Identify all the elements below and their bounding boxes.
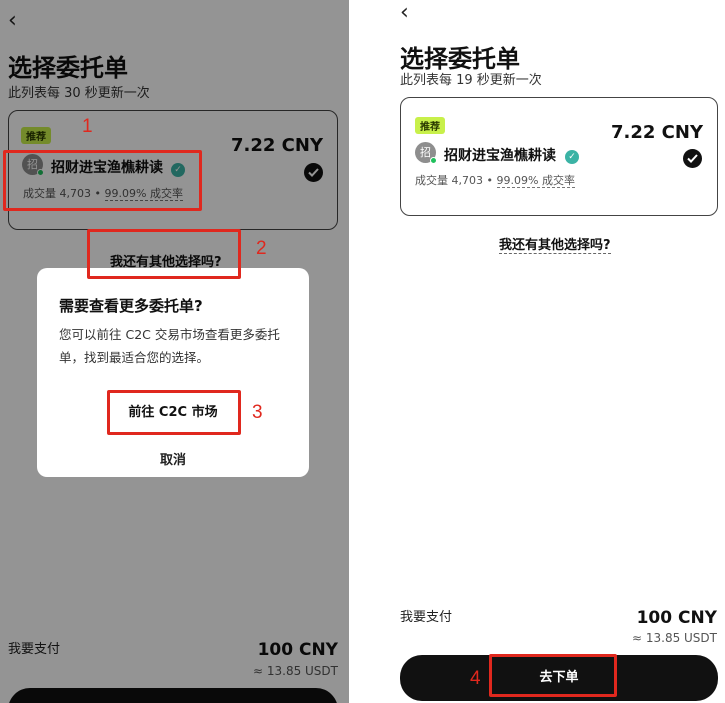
- step-1-label: 1: [82, 116, 93, 137]
- step-2-label: 2: [256, 238, 267, 259]
- other-options-link[interactable]: 我还有其他选择吗?: [499, 234, 611, 254]
- recommended-badge: 推荐: [415, 117, 445, 134]
- more-offers-dialog: 需要查看更多委托单? 您可以前往 C2C 交易市场查看更多委托单，找到最适合您的…: [37, 268, 309, 477]
- pay-usdt-equivalent: ≈ 13.85 USDT: [631, 631, 717, 645]
- pay-amount: 100 CNY: [636, 608, 717, 628]
- dialog-body: 您可以前往 C2C 交易市场查看更多委托单，找到最适合您的选择。: [59, 327, 280, 365]
- page-subtitle: 此列表每 19 秒更新一次: [400, 73, 542, 88]
- merchant-stats: 成交量 4,703 • 99.09% 成交率: [415, 174, 575, 188]
- dialog-title: 需要查看更多委托单?: [59, 297, 203, 315]
- merchant-name: 招财进宝渔樵耕读: [444, 148, 556, 164]
- left-screen: ‹ 选择委托单 此列表每 30 秒更新一次 推荐 招 招财进宝渔樵耕读 ✓ 成交…: [0, 0, 349, 703]
- online-dot-icon: [430, 157, 437, 164]
- verified-icon: ✓: [565, 150, 579, 164]
- offer-card[interactable]: 推荐 招 招财进宝渔樵耕读 ✓ 成交量 4,703 • 99.09% 成交率 7…: [400, 97, 718, 216]
- pay-label: 我要支付: [400, 610, 453, 625]
- step-1-highlight: [3, 150, 202, 211]
- step-3-highlight: [107, 390, 241, 435]
- back-chevron-icon[interactable]: ‹: [400, 2, 409, 24]
- step-4-highlight: [489, 654, 617, 697]
- selected-check-icon: [683, 149, 702, 168]
- step-3-label: 3: [252, 402, 263, 423]
- offer-price: 7.22 CNY: [611, 122, 703, 143]
- step-4-label: 4: [470, 668, 481, 689]
- step-2-highlight: [87, 229, 241, 279]
- merchant-avatar: 招: [415, 142, 437, 164]
- right-screen: ‹ 选择委托单 此列表每 19 秒更新一次 推荐 招 招财进宝渔樵耕读 ✓ 成交…: [388, 0, 725, 703]
- cancel-button[interactable]: 取消: [37, 449, 309, 468]
